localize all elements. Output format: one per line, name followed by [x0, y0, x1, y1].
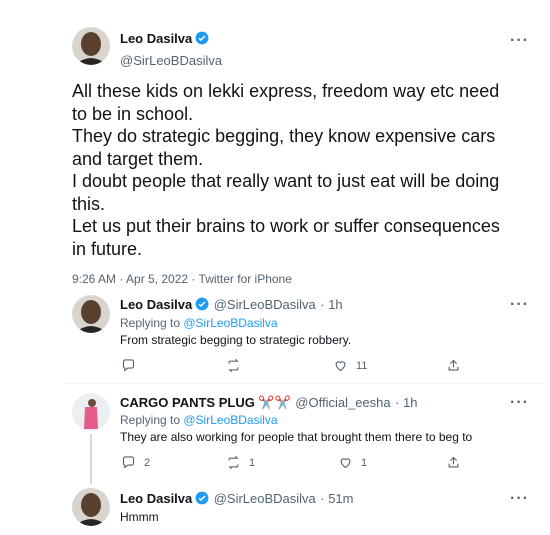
avatar-image: [72, 488, 110, 526]
reply-time[interactable]: · 51m: [320, 491, 353, 506]
tweet-line: They do strategic begging, they know exp…: [72, 126, 496, 146]
replying-to-handle[interactable]: @SirLeoBDasilva: [183, 316, 277, 330]
replying-to: Replying to @SirLeoBDasilva: [120, 316, 278, 330]
tweet-line: to be in school.: [72, 103, 194, 124]
reply-header: CARGO PANTS PLUG ✂️✂️ @Official_eesha · …: [120, 394, 417, 412]
tweet-line: I doubt people that really want to just …: [72, 171, 500, 191]
reply-avatar[interactable]: [72, 393, 110, 431]
main-author-name[interactable]: Leo Dasilva: [120, 31, 192, 46]
tweet-timestamp[interactable]: 9:26 AM · Apr 5, 2022 · Twitter for iPho…: [72, 272, 292, 286]
like-count: 1: [361, 456, 368, 469]
like-button[interactable]: 11: [333, 358, 367, 373]
reply-author-handle[interactable]: @SirLeoBDasilva: [214, 491, 316, 506]
more-options-icon[interactable]: ···: [510, 33, 529, 49]
reply-author-name[interactable]: Leo Dasilva: [120, 491, 192, 506]
share-icon: [448, 359, 459, 371]
reply-author-handle[interactable]: @SirLeoBDasilva: [214, 297, 316, 312]
tweet-line: Let us put their brains to work or suffe…: [72, 216, 500, 236]
verified-badge-icon: [195, 31, 209, 45]
heart-icon: [340, 458, 351, 469]
more-options-icon[interactable]: ···: [510, 395, 529, 411]
main-tweet-text: All these kids on lekki express, freedom…: [72, 80, 532, 260]
avatar-image: [72, 295, 110, 333]
reply-header: Leo Dasilva @SirLeoBDasilva · 51m: [120, 490, 353, 508]
tweet-line: and target them.: [72, 148, 204, 169]
replying-to-handle[interactable]: @SirLeoBDasilva: [183, 413, 277, 427]
divider: [66, 383, 542, 384]
more-options-icon[interactable]: ···: [510, 297, 529, 313]
retweet-button[interactable]: [226, 358, 249, 373]
more-options-icon[interactable]: ···: [510, 491, 529, 507]
avatar-image: [72, 27, 110, 65]
reply-avatar[interactable]: [72, 488, 110, 526]
share-button[interactable]: [446, 358, 461, 373]
tweet-line: this.: [72, 193, 106, 214]
reply-button[interactable]: 2: [121, 455, 150, 470]
reply-avatar[interactable]: [72, 295, 110, 333]
reply-time[interactable]: · 1h: [320, 297, 342, 312]
avatar-image: [72, 393, 110, 431]
reply-count: 2: [144, 456, 151, 469]
reply-author-handle[interactable]: @Official_eesha: [295, 395, 390, 410]
reply-time[interactable]: · 1h: [395, 395, 417, 410]
retweet-count: 1: [249, 456, 256, 469]
replying-to-label: Replying to: [120, 413, 184, 427]
reply-button[interactable]: [121, 358, 144, 373]
main-author-block: Leo Dasilva @SirLeoBDasilva: [120, 30, 222, 68]
reply-author-name[interactable]: Leo Dasilva: [120, 297, 192, 312]
reply-text: They are also working for people that br…: [120, 430, 473, 444]
replying-to-label: Replying to: [120, 316, 184, 330]
main-author-handle[interactable]: @SirLeoBDasilva: [120, 53, 222, 68]
verified-badge-icon: [195, 297, 209, 311]
heart-icon: [335, 361, 346, 372]
reply-text: Hmmm: [120, 510, 159, 524]
share-icon: [448, 456, 459, 468]
replying-to: Replying to @SirLeoBDasilva: [120, 413, 278, 427]
share-button[interactable]: [446, 455, 461, 470]
reply-header: Leo Dasilva @SirLeoBDasilva · 1h: [120, 296, 343, 314]
retweet-icon: [228, 455, 239, 470]
thread-line: [90, 434, 92, 484]
like-count: 11: [356, 359, 368, 372]
reply-author-name[interactable]: CARGO PANTS PLUG ✂️✂️: [120, 395, 291, 410]
verified-badge-icon: [195, 491, 209, 505]
main-author-avatar[interactable]: [72, 27, 110, 65]
comment-icon: [122, 456, 135, 469]
comment-icon: [122, 359, 135, 372]
tweet-line: in future.: [72, 238, 143, 259]
reply-text: From strategic begging to strategic robb…: [120, 333, 352, 347]
retweet-icon: [228, 358, 239, 373]
retweet-button[interactable]: 1: [226, 455, 255, 470]
like-button[interactable]: 1: [338, 455, 367, 470]
tweet-line: All these kids on lekki express, freedom…: [72, 81, 500, 101]
